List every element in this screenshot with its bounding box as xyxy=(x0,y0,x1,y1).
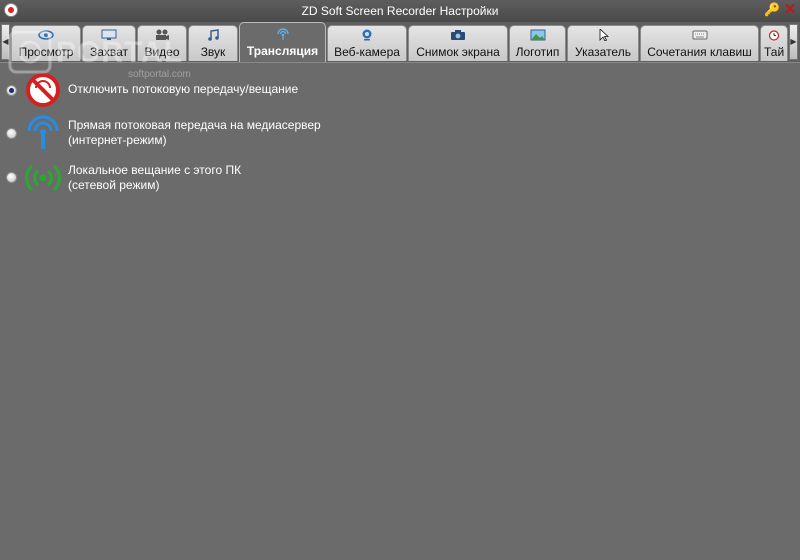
alarm-clock-icon xyxy=(768,30,780,41)
key-icon[interactable]: 🔑 xyxy=(764,2,780,18)
tab-scroll-right-button[interactable]: ▶ xyxy=(789,24,798,60)
tab-capture[interactable]: Захват xyxy=(82,25,136,61)
tab-screenshot[interactable]: Снимок экрана xyxy=(408,25,508,61)
title-bar: ZD Soft Screen Recorder Настройки 🔑 ✕ xyxy=(0,0,800,23)
option-direct-streaming[interactable]: Прямая потоковая передача на медиасервер… xyxy=(0,113,800,153)
tab-label: Тай xyxy=(764,45,785,59)
tab-video[interactable]: Видео xyxy=(137,25,187,61)
option-label-line2: (сетевой режим) xyxy=(68,178,160,192)
eye-icon xyxy=(38,30,54,40)
picture-icon xyxy=(530,29,545,41)
option-label-line2: (интернет-режим) xyxy=(68,133,167,147)
tab-timer[interactable]: Тай xyxy=(760,25,788,61)
option-label: Прямая потоковая передача на медиасервер… xyxy=(68,118,321,148)
tab-label: Снимок экрана xyxy=(416,45,500,59)
tab-preview[interactable]: Просмотр xyxy=(11,25,81,61)
keyboard-icon xyxy=(692,30,707,40)
tab-label: Веб-камера xyxy=(334,45,400,59)
cursor-icon xyxy=(599,29,610,41)
video-camera-icon xyxy=(156,29,169,40)
tab-sound[interactable]: Звук xyxy=(188,25,238,61)
option-label-line1: Локальное вещание с этого ПК xyxy=(68,163,242,177)
tab-label: Трансляция xyxy=(246,44,319,58)
broadcast-settings-panel: Отключить потоковую передачу/вещание Пря… xyxy=(0,63,800,560)
option-disable-streaming[interactable]: Отключить потоковую передачу/вещание xyxy=(0,71,800,111)
local-broadcast-radio[interactable] xyxy=(6,172,17,183)
tab-label: Сочетания клавиш xyxy=(647,45,752,59)
tab-hotkeys[interactable]: Сочетания клавиш xyxy=(640,25,759,61)
tab-label: Указатель xyxy=(575,45,631,59)
tab-pointer[interactable]: Указатель xyxy=(567,25,639,61)
option-label-line1: Прямая потоковая передача на медиасервер xyxy=(68,118,321,132)
tab-label: Захват xyxy=(89,45,129,59)
direct-streaming-radio[interactable] xyxy=(6,128,17,139)
window-title: ZD Soft Screen Recorder Настройки xyxy=(301,4,499,18)
music-note-icon xyxy=(208,29,219,41)
monitor-icon xyxy=(101,29,117,40)
option-label: Локальное вещание с этого ПК (сетевой ре… xyxy=(68,163,241,193)
tab-bar: ◀ Просмотр Захват Видео Звук Трансляция … xyxy=(0,22,800,63)
no-broadcast-icon xyxy=(26,73,60,107)
close-icon[interactable]: ✕ xyxy=(782,2,798,18)
tab-webcam[interactable]: Веб-камера xyxy=(327,25,407,61)
wifi-broadcast-icon xyxy=(25,164,61,192)
photo-camera-icon xyxy=(451,30,465,40)
option-local-broadcast[interactable]: Локальное вещание с этого ПК (сетевой ре… xyxy=(0,158,800,198)
tab-label: Видео xyxy=(144,45,180,59)
tab-scroll-left-button[interactable]: ◀ xyxy=(1,24,10,60)
tab-label: Звук xyxy=(200,45,226,59)
tab-broadcast[interactable]: Трансляция xyxy=(239,22,326,62)
webcam-icon xyxy=(362,29,372,41)
disable-streaming-radio[interactable] xyxy=(6,85,17,96)
tab-label: Просмотр xyxy=(18,45,74,59)
option-label: Отключить потоковую передачу/вещание xyxy=(68,82,299,96)
broadcast-icon xyxy=(276,28,289,40)
tab-label: Логотип xyxy=(515,45,560,59)
antenna-icon xyxy=(27,115,59,149)
tab-logo[interactable]: Логотип xyxy=(509,25,566,61)
